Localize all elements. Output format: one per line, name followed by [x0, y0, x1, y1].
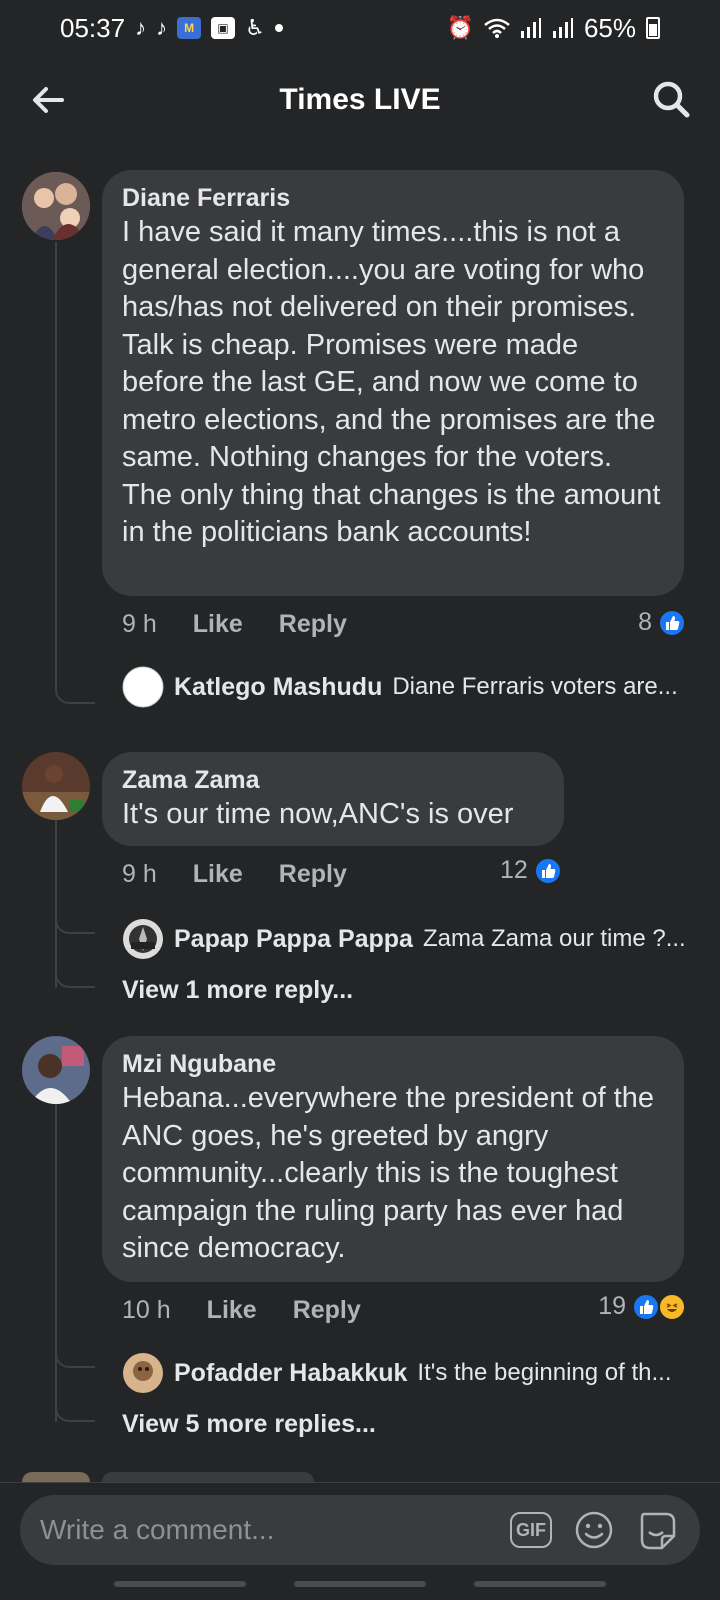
reaction-count: 12 — [500, 856, 528, 884]
nav-pill[interactable] — [294, 1581, 426, 1587]
comment-bubble[interactable]: Mzi Ngubane Hebana...everywhere the pres… — [102, 1036, 684, 1282]
reaction-summary[interactable]: 19 — [598, 1292, 686, 1321]
reply-preview[interactable]: Papap Pappa Pappa Zama Zama our time ?..… — [122, 918, 686, 960]
signal-icon — [552, 18, 573, 38]
tiktok-icon: ♪ — [156, 15, 168, 40]
comment-time[interactable]: 10 h — [122, 1296, 171, 1325]
thread-elbow — [55, 682, 95, 704]
reaction-summary[interactable]: 12 — [500, 856, 562, 885]
avatar — [122, 1352, 164, 1394]
reply-author[interactable]: Pofadder Habakkuk — [174, 1359, 407, 1388]
nav-pill[interactable] — [474, 1581, 606, 1587]
status-bar: 05:37 ♪ ♪ M ▣ ♿ ⏰ 65% — [0, 0, 720, 56]
reply-author[interactable]: Katlego Mashudu — [174, 673, 382, 702]
thread-line — [55, 242, 57, 682]
avatar-image — [22, 752, 90, 820]
comment-bubble[interactable]: Diane Ferraris I have said it many times… — [102, 170, 684, 596]
avatar[interactable] — [22, 752, 90, 820]
signal-icon — [520, 18, 541, 38]
comment-input-placeholder[interactable]: Write a comment... — [40, 1514, 490, 1546]
reaction-summary[interactable]: 8 — [638, 608, 686, 637]
sticker-icon[interactable] — [636, 1508, 680, 1552]
reply-button[interactable]: Reply — [279, 860, 347, 889]
app-header: Times LIVE — [0, 64, 720, 136]
tiktok-icon: ♪ — [135, 15, 147, 40]
battery-percent: 65% — [583, 12, 636, 43]
thread-elbow — [55, 1400, 95, 1422]
comment-input[interactable]: Write a comment... GIF — [20, 1495, 700, 1565]
reaction-count: 8 — [638, 608, 652, 636]
reply-button[interactable]: Reply — [279, 610, 347, 639]
reply-author[interactable]: Papap Pappa Pappa — [174, 925, 413, 954]
back-arrow-icon[interactable] — [28, 80, 68, 120]
gallery-app-icon: ▣ — [211, 17, 236, 39]
avatar — [122, 666, 164, 708]
comment-actions: 10 h Like Reply — [122, 1296, 361, 1325]
avatar — [22, 1472, 90, 1482]
avatar-image — [22, 1036, 90, 1104]
like-reaction-icon — [632, 1292, 660, 1321]
haha-reaction-icon — [658, 1292, 686, 1321]
comment-text: It's our time now,ANC's is over — [122, 798, 514, 830]
reply-text: Diane Ferraris voters are... — [392, 673, 678, 700]
nav-pill[interactable] — [114, 1581, 246, 1587]
comment-time[interactable]: 9 h — [122, 860, 157, 889]
status-right: ⏰ 65% — [447, 13, 660, 44]
emoji-icon[interactable] — [572, 1508, 616, 1552]
like-button[interactable]: Like — [207, 1296, 257, 1325]
comment-text: Hebana...everywhere the president of the… — [122, 1082, 654, 1264]
accessibility-icon: ♿ — [245, 15, 265, 40]
view-more-replies[interactable]: View 5 more replies... — [122, 1410, 376, 1439]
alarm-icon: ⏰ — [446, 15, 474, 40]
like-reaction-icon — [658, 608, 686, 637]
avatar[interactable] — [22, 1036, 90, 1104]
comment-bubble — [102, 1472, 314, 1482]
view-more-replies[interactable]: View 1 more reply... — [122, 976, 353, 1005]
comment-author[interactable]: Mzi Ngubane — [122, 1048, 664, 1080]
comment-author[interactable]: Zama Zama — [122, 764, 544, 796]
status-time: 05:37 — [60, 12, 126, 43]
avatar — [122, 918, 164, 960]
like-reaction-icon — [533, 856, 562, 885]
battery-icon — [646, 17, 660, 39]
dot-icon — [274, 24, 283, 32]
thread-line — [55, 1090, 57, 1422]
reply-text: It's the beginning of th... — [417, 1359, 672, 1386]
reply-button[interactable]: Reply — [293, 1296, 361, 1325]
thread-elbow — [55, 1346, 95, 1368]
page-title: Times LIVE — [279, 83, 441, 116]
search-icon[interactable] — [650, 78, 692, 120]
like-button[interactable]: Like — [193, 860, 243, 889]
reply-preview[interactable]: Katlego Mashudu Diane Ferraris voters ar… — [122, 666, 678, 708]
reaction-count: 19 — [598, 1292, 626, 1320]
comment-time[interactable]: 9 h — [122, 610, 157, 639]
reply-text: Zama Zama our time ?... — [422, 925, 686, 952]
comment-author[interactable]: Diane Ferraris — [122, 182, 664, 214]
comment-actions: 9 h Like Reply — [122, 860, 347, 889]
comment-composer-bar: Write a comment... GIF — [0, 1482, 720, 1600]
comment-bubble[interactable]: Zama Zama It's our time now,ANC's is ove… — [102, 752, 564, 846]
thread-elbow — [55, 912, 95, 934]
reply-preview[interactable]: Pofadder Habakkuk It's the beginning of … — [122, 1352, 672, 1394]
status-left: 05:37 ♪ ♪ M ▣ ♿ — [60, 13, 283, 44]
thread-elbow — [55, 966, 95, 988]
comment-text: I have said it many times....this is not… — [122, 216, 661, 548]
like-button[interactable]: Like — [193, 610, 243, 639]
thread-line — [55, 808, 57, 988]
gif-button[interactable]: GIF — [510, 1512, 552, 1548]
wifi-icon — [484, 18, 510, 38]
mvn-app-icon: M — [177, 17, 202, 39]
comment-actions: 9 h Like Reply — [122, 610, 347, 639]
avatar-image — [22, 172, 90, 240]
system-nav-bar — [0, 1581, 720, 1587]
avatar[interactable] — [22, 172, 90, 240]
